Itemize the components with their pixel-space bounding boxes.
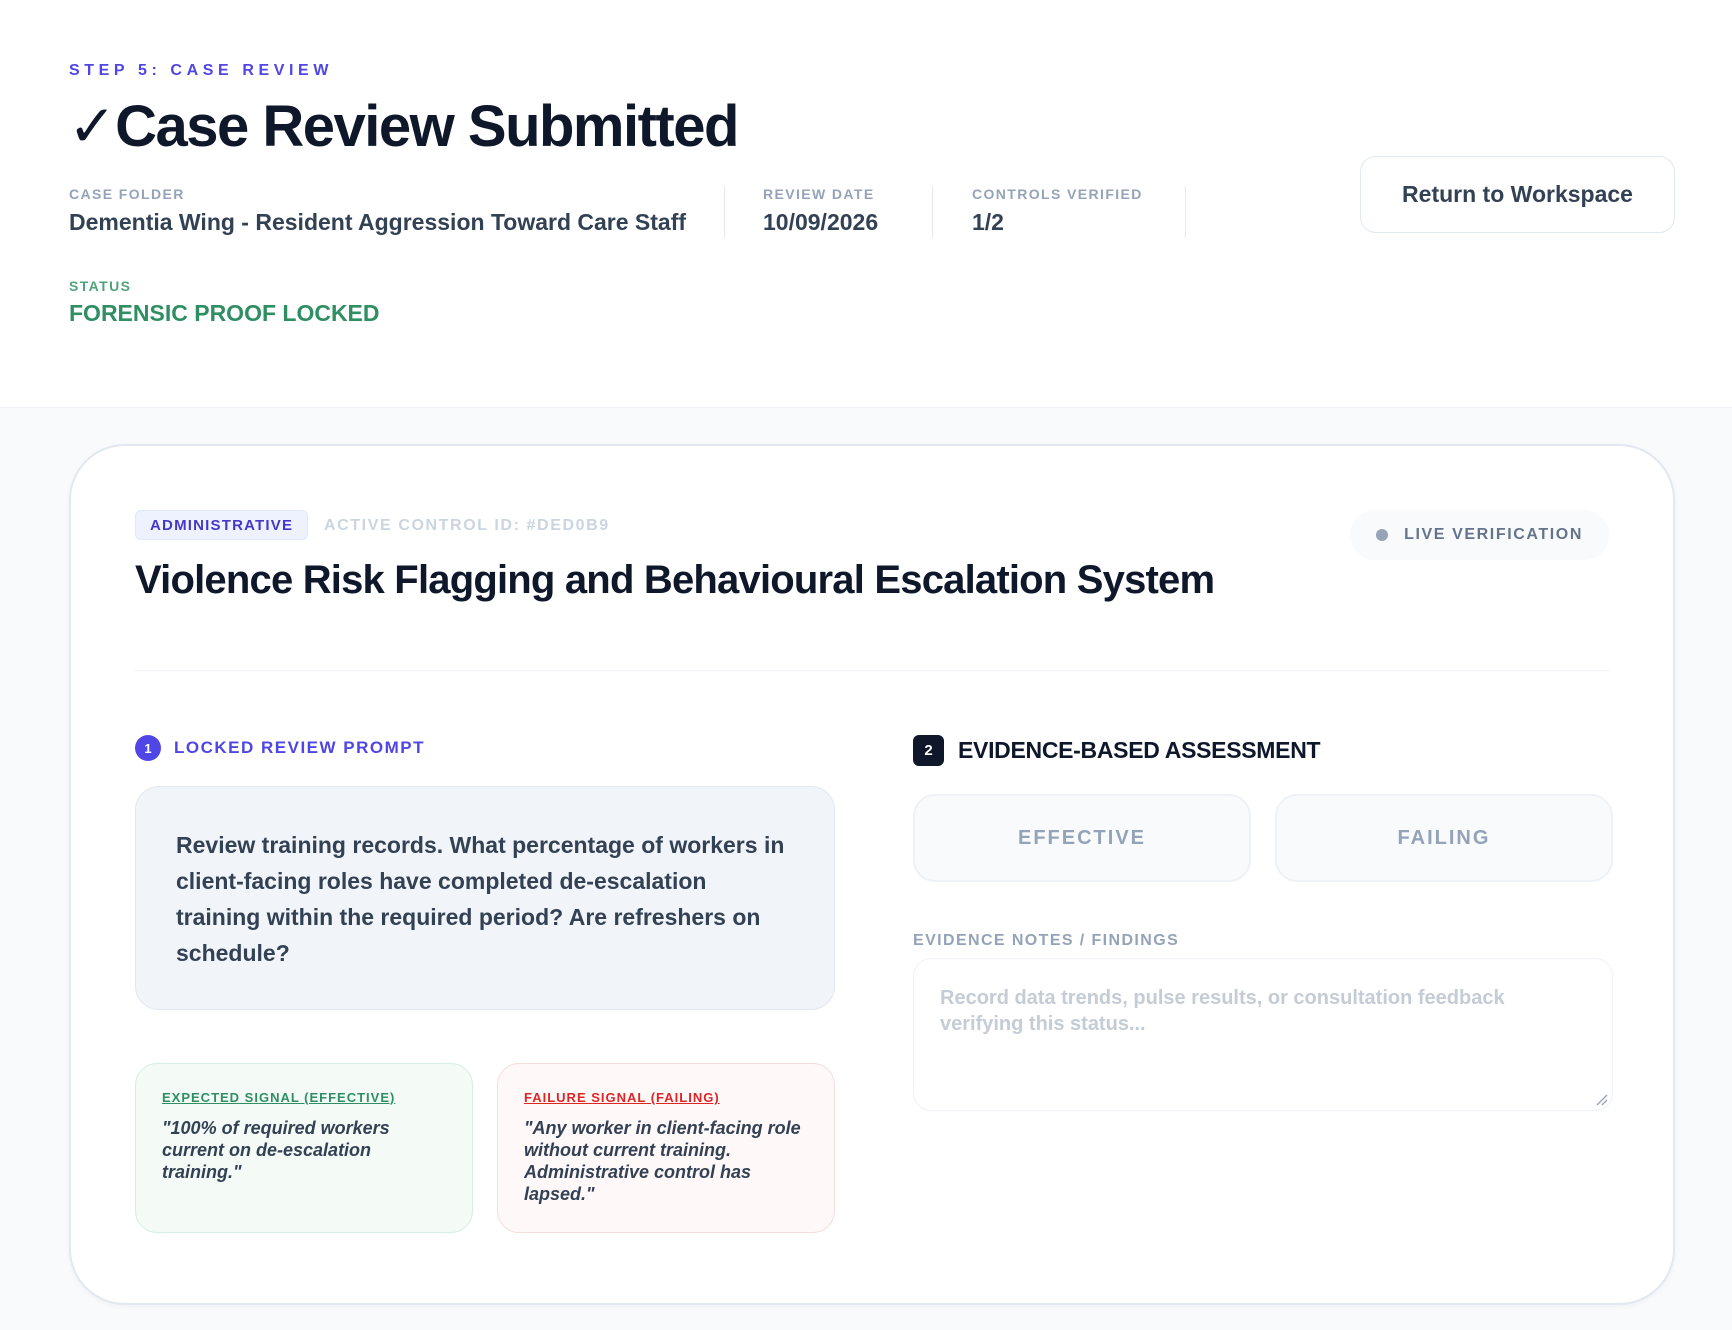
failure-signal-card: FAILURE SIGNAL (FAILING) "Any worker in … <box>497 1063 835 1233</box>
return-to-workspace-button[interactable]: Return to Workspace <box>1360 156 1675 233</box>
failing-button[interactable]: FAILING <box>1275 794 1613 882</box>
failure-signal-label: FAILURE SIGNAL (FAILING) <box>524 1090 720 1105</box>
control-card: ADMINISTRATIVE ACTIVE CONTROL ID: #DED0B… <box>69 444 1675 1305</box>
page-header: STEP 5: CASE REVIEW ✓Case Review Submitt… <box>0 0 1732 408</box>
active-control-id: ACTIVE CONTROL ID: #DED0B9 <box>324 517 610 534</box>
expected-signal-label: EXPECTED SIGNAL (EFFECTIVE) <box>162 1090 396 1105</box>
step-number-badge: 2 <box>913 735 944 766</box>
review-prompt-text: Review training records. What percentage… <box>135 786 835 1010</box>
review-date-value: 10/09/2026 <box>763 209 879 235</box>
status-label: STATUS <box>69 278 132 294</box>
control-title: Violence Risk Flagging and Behavioural E… <box>135 558 1215 602</box>
review-date-field: REVIEW DATE 10/09/2026 <box>763 186 878 240</box>
main-content: ADMINISTRATIVE ACTIVE CONTROL ID: #DED0B… <box>0 408 1732 1330</box>
assessment-label: EVIDENCE-BASED ASSESSMENT <box>958 737 1321 763</box>
review-date-label: REVIEW DATE <box>763 186 875 202</box>
meta-divider <box>932 186 933 238</box>
controls-verified-label: CONTROLS VERIFIED <box>972 186 1143 202</box>
page-title-text: Case Review Submitted <box>115 94 739 159</box>
effective-button[interactable]: EFFECTIVE <box>913 794 1251 882</box>
review-prompt-heading: 1 LOCKED REVIEW PROMPT <box>135 735 425 761</box>
status-value: FORENSIC PROOF LOCKED <box>69 300 380 326</box>
status-field: STATUS FORENSIC PROOF LOCKED <box>69 278 380 327</box>
checkmark-icon: ✓ <box>68 94 117 159</box>
page-title: ✓Case Review Submitted <box>68 92 739 160</box>
review-prompt-label: LOCKED REVIEW PROMPT <box>174 738 426 757</box>
resize-handle-icon[interactable] <box>1596 1094 1608 1106</box>
case-folder-value: Dementia Wing - Resident Aggression Towa… <box>69 209 687 235</box>
assessment-heading: 2 EVIDENCE-BASED ASSESSMENT <box>913 735 1321 766</box>
step-number-badge: 1 <box>135 735 161 761</box>
evidence-notes-label: EVIDENCE NOTES / FINDINGS <box>913 932 1180 949</box>
meta-divider <box>1185 186 1186 238</box>
controls-verified-value: 1/2 <box>972 209 1004 235</box>
expected-signal-card: EXPECTED SIGNAL (EFFECTIVE) "100% of req… <box>135 1063 473 1233</box>
case-folder-label: CASE FOLDER <box>69 186 185 202</box>
step-label: STEP 5: CASE REVIEW <box>69 62 334 79</box>
live-verification-label: LIVE VERIFICATION <box>1404 526 1583 543</box>
card-divider <box>135 670 1609 671</box>
controls-verified-field: CONTROLS VERIFIED 1/2 <box>972 186 1143 240</box>
live-verification-badge: LIVE VERIFICATION <box>1350 510 1609 560</box>
case-folder-field: CASE FOLDER Dementia Wing - Resident Agg… <box>69 186 686 240</box>
category-badge: ADMINISTRATIVE <box>135 510 309 540</box>
evidence-notes-input[interactable] <box>913 958 1613 1111</box>
live-dot-icon <box>1376 529 1389 541</box>
expected-signal-text: "100% of required workers current on de-… <box>162 1118 390 1182</box>
failure-signal-text: "Any worker in client-facing role withou… <box>524 1118 801 1204</box>
meta-divider <box>724 186 725 238</box>
